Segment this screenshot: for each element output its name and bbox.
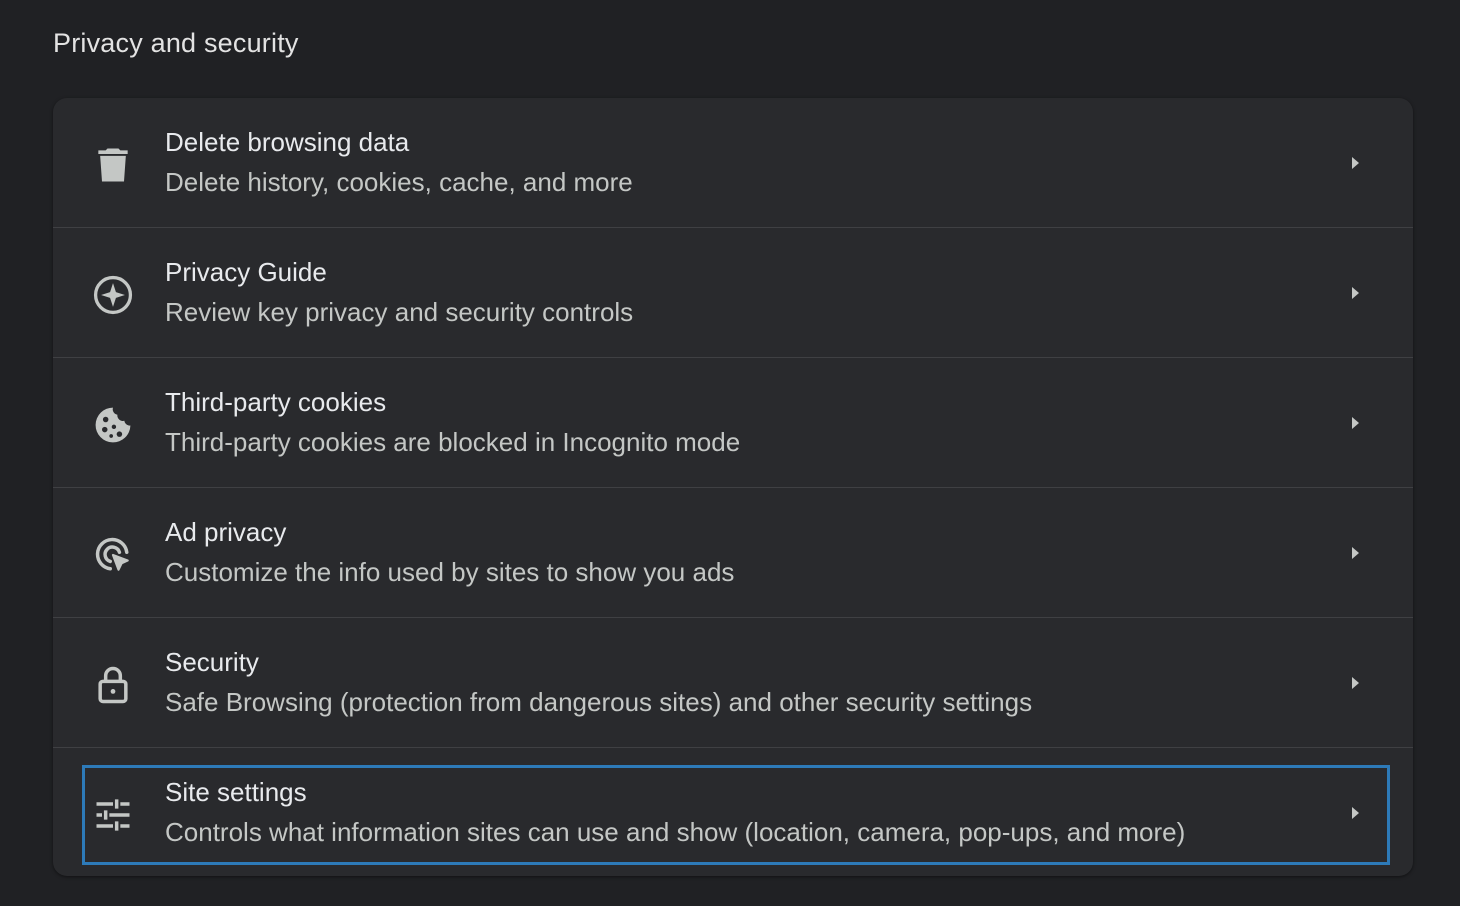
row-subtitle: Review key privacy and security controls bbox=[165, 297, 634, 327]
trash-icon bbox=[89, 141, 137, 189]
privacy-guide-row[interactable]: Privacy Guide Review key privacy and sec… bbox=[53, 228, 1413, 358]
row-subtitle: Third-party cookies are blocked in Incog… bbox=[165, 427, 741, 457]
row-title: Ad privacy bbox=[165, 517, 287, 547]
sliders-icon bbox=[89, 791, 137, 839]
site-settings-row[interactable]: Site settings Controls what information … bbox=[53, 748, 1413, 876]
compass-icon bbox=[89, 271, 137, 319]
row-title: Delete browsing data bbox=[165, 127, 410, 157]
security-row[interactable]: Security Safe Browsing (protection from … bbox=[53, 618, 1413, 748]
row-subtitle: Safe Browsing (protection from dangerous… bbox=[165, 687, 1033, 717]
chevron-right-icon bbox=[1343, 541, 1367, 565]
chevron-right-icon bbox=[1343, 801, 1367, 825]
privacy-security-card: Delete browsing data Delete history, coo… bbox=[53, 98, 1413, 876]
ad-privacy-row[interactable]: Ad privacy Customize the info used by si… bbox=[53, 488, 1413, 618]
chevron-right-icon bbox=[1343, 151, 1367, 175]
lock-icon bbox=[89, 661, 137, 709]
delete-browsing-data-row[interactable]: Delete browsing data Delete history, coo… bbox=[53, 98, 1413, 228]
chevron-right-icon bbox=[1343, 281, 1367, 305]
chevron-right-icon bbox=[1343, 671, 1367, 695]
third-party-cookies-row[interactable]: Third-party cookies Third-party cookies … bbox=[53, 358, 1413, 488]
row-subtitle: Controls what information sites can use … bbox=[165, 817, 1186, 847]
chevron-right-icon bbox=[1343, 411, 1367, 435]
row-title: Security bbox=[165, 647, 259, 677]
row-subtitle: Customize the info used by sites to show… bbox=[165, 557, 735, 587]
page-title: Privacy and security bbox=[53, 28, 299, 58]
row-title: Site settings bbox=[165, 777, 307, 807]
ad-privacy-icon bbox=[89, 531, 137, 579]
row-title: Privacy Guide bbox=[165, 257, 327, 287]
cookie-icon bbox=[89, 401, 137, 449]
row-title: Third-party cookies bbox=[165, 387, 387, 417]
row-subtitle: Delete history, cookies, cache, and more bbox=[165, 167, 633, 197]
